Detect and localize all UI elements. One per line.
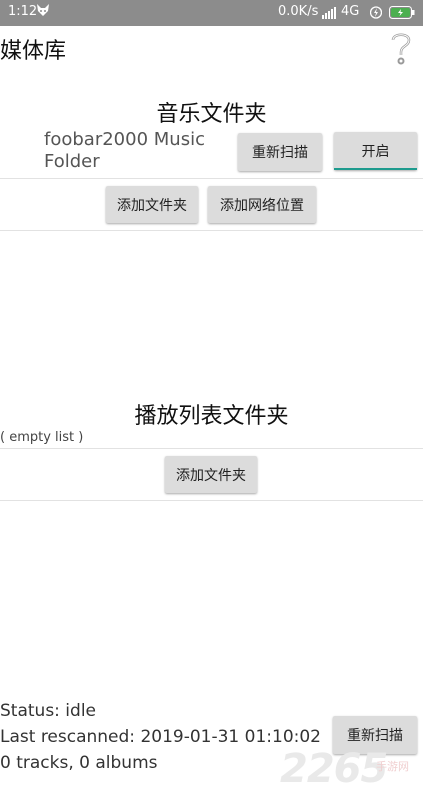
divider — [0, 230, 423, 231]
music-section-title: 音乐文件夹 — [156, 102, 267, 127]
playlist-section-title: 播放列表文件夹 — [134, 404, 289, 429]
add-network-location-button[interactable]: 添加网络位置 — [208, 186, 316, 223]
divider — [0, 448, 423, 449]
track-count-text: 0 tracks, 0 albums — [0, 753, 158, 773]
clock: 1:12 — [8, 4, 38, 19]
watermark-subtext: 手游网 — [376, 760, 409, 773]
empty-list-text: ( empty list ) — [0, 430, 84, 445]
folder-name: foobar2000 Music Folder — [44, 129, 205, 172]
lightning-icon — [369, 5, 383, 20]
last-rescanned-text: Last rescanned: 2019-01-31 01:10:02 — [0, 727, 321, 747]
divider — [0, 178, 423, 179]
enable-toggle-button[interactable]: 开启 — [334, 132, 417, 170]
rescan-folder-button[interactable]: 重新扫描 — [238, 133, 322, 171]
signal-icon — [322, 7, 338, 19]
status-bar: 1:12 0.0K/s 4G — [0, 0, 423, 26]
toggle-indicator — [334, 168, 417, 170]
divider — [0, 500, 423, 501]
watermark-logo: 2265 手游网 — [280, 746, 423, 800]
fox-icon — [36, 3, 50, 21]
battery-icon — [389, 6, 415, 19]
status-text: Status: idle — [0, 701, 96, 721]
page-title: 媒体库 — [0, 39, 67, 64]
watermark-text: 2265 — [280, 746, 388, 792]
network-type: 4G — [341, 4, 360, 19]
add-playlist-folder-button[interactable]: 添加文件夹 — [165, 456, 257, 493]
question-mark-icon[interactable] — [389, 30, 413, 66]
add-folder-button[interactable]: 添加文件夹 — [106, 186, 198, 223]
network-speed: 0.0K/s — [278, 4, 319, 19]
